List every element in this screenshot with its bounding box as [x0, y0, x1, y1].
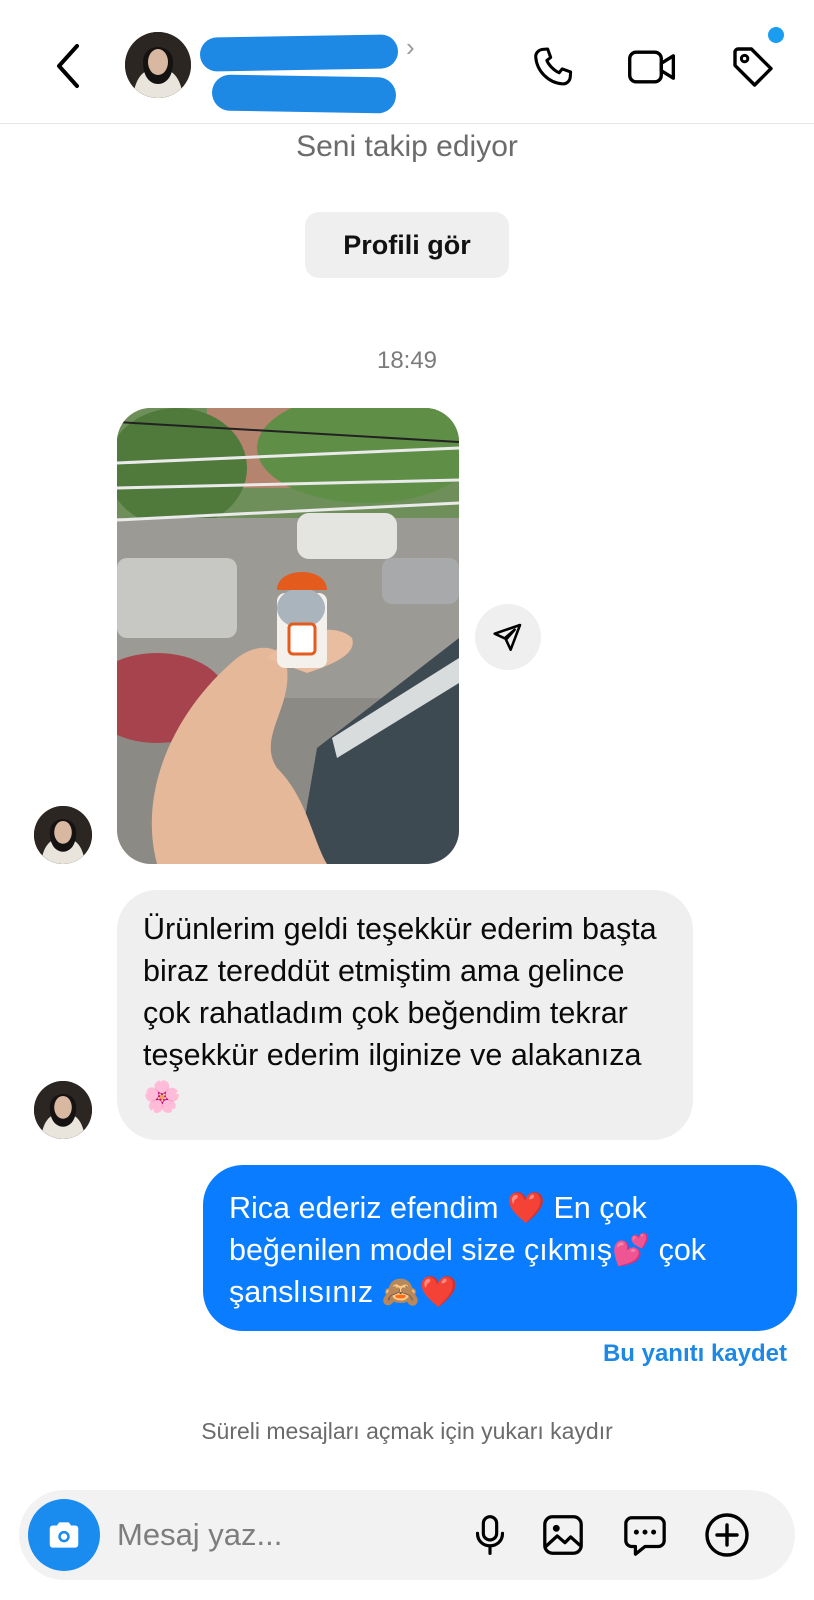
- video-call-button[interactable]: [625, 40, 679, 94]
- sender-avatar[interactable]: [34, 806, 92, 864]
- back-button[interactable]: [44, 38, 92, 94]
- chat-header: ›: [0, 0, 814, 124]
- plus-icon: [705, 1513, 749, 1557]
- gallery-button[interactable]: [535, 1507, 591, 1563]
- view-profile-button[interactable]: Profili gör: [305, 212, 509, 278]
- share-icon: [493, 623, 522, 651]
- voice-message-button[interactable]: [462, 1507, 518, 1563]
- save-reply-link[interactable]: Bu yanıtı kaydet: [603, 1340, 787, 1368]
- voice-call-button[interactable]: [526, 40, 580, 94]
- phone-icon: [534, 47, 573, 86]
- tag-icon: [733, 47, 773, 87]
- tag-button[interactable]: [726, 40, 780, 94]
- message-input[interactable]: [117, 1508, 457, 1562]
- back-icon: [57, 44, 79, 88]
- outgoing-message-bubble[interactable]: Rica ederiz efendim ❤️ En çok beğenilen …: [203, 1165, 797, 1331]
- camera-icon: [49, 1522, 79, 1548]
- notification-dot: [768, 27, 784, 43]
- incoming-message-bubble[interactable]: Ürünlerim geldi teşekkür ederim başta bi…: [117, 890, 693, 1140]
- gallery-icon: [543, 1515, 583, 1555]
- sender-avatar[interactable]: [34, 1081, 92, 1139]
- message-timestamp: 18:49: [376, 347, 438, 374]
- contact-name-redacted[interactable]: [199, 30, 400, 118]
- more-options-button[interactable]: [699, 1507, 755, 1563]
- shared-photo[interactable]: [117, 408, 459, 864]
- video-icon: [628, 50, 676, 84]
- mic-icon: [475, 1515, 505, 1555]
- profile-chevron: ›: [406, 32, 415, 62]
- share-photo-button[interactable]: [475, 604, 541, 670]
- follows-you-label: Seni takip ediyor: [296, 130, 518, 163]
- disappearing-messages-hint: Süreli mesajları açmak için yukarı kaydı…: [201, 1418, 613, 1444]
- sticker-icon: [624, 1516, 666, 1556]
- contact-avatar[interactable]: [125, 32, 191, 98]
- message-composer: [19, 1490, 795, 1580]
- camera-button[interactable]: [28, 1499, 100, 1571]
- sticker-button[interactable]: [617, 1507, 673, 1563]
